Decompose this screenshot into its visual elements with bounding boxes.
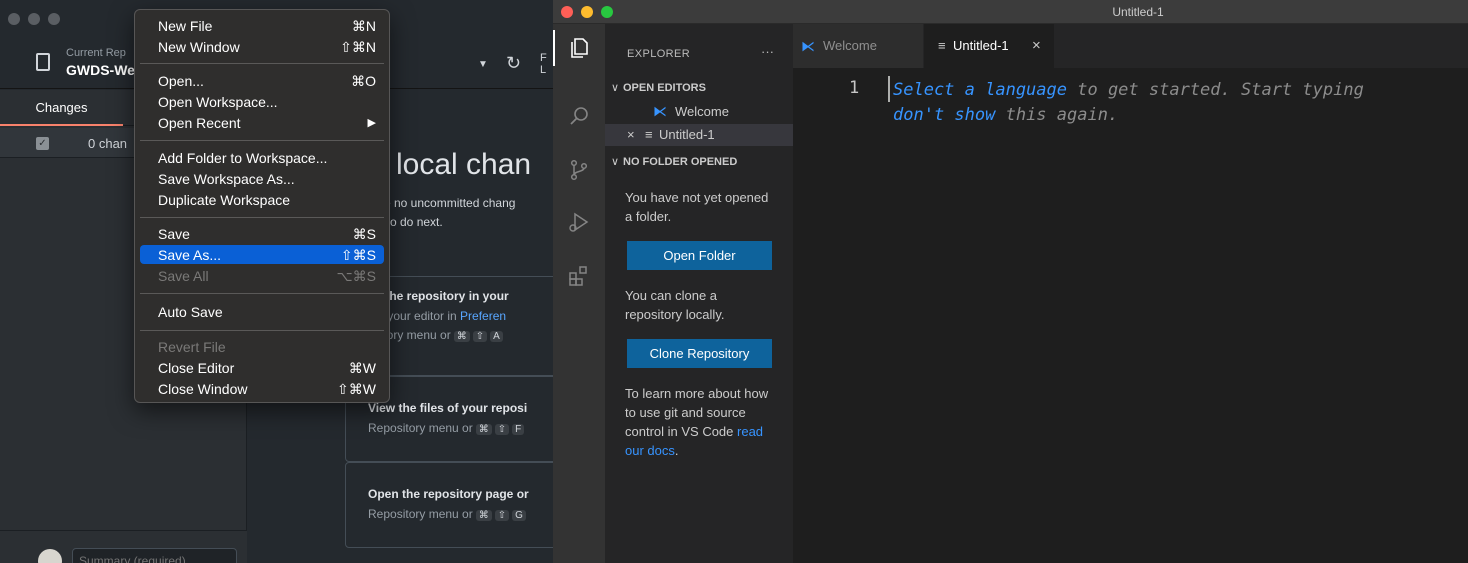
ghd-zoom-button[interactable]	[48, 13, 60, 25]
menu-separator	[140, 63, 384, 64]
menu-separator	[140, 293, 384, 294]
tab-changes[interactable]: Changes	[0, 90, 123, 126]
text-file-icon: ≡	[938, 38, 946, 53]
menu-item-open-workspace[interactable]: Open Workspace...	[140, 92, 384, 111]
menu-item-open[interactable]: Open... ⌘O	[140, 71, 384, 90]
dont-show-link[interactable]: don't show	[893, 105, 995, 125]
open-editor-welcome[interactable]: ⧔ Welcome	[605, 101, 793, 123]
menu-item-close-window[interactable]: Close Window ⇧⌘W	[140, 379, 384, 398]
explorer-title: EXPLORER	[627, 48, 691, 60]
chevron-down-icon: ∨	[611, 156, 620, 168]
learn-more-text: To learn more about how to use git and s…	[625, 386, 769, 458]
file-menu: New File ⌘N New Window ⇧⌘N Open... ⌘O Open …	[134, 9, 390, 403]
tab-welcome[interactable]: ⧔ Welcome	[793, 24, 923, 68]
current-repository-button[interactable]: Current Rep GWDS-We	[0, 37, 135, 89]
ghd-minimize-button[interactable]	[28, 13, 40, 25]
vscode-titlebar: Untitled-1	[553, 0, 1468, 24]
menu-item-save[interactable]: Save ⌘S	[140, 224, 384, 243]
preferences-link[interactable]: Preferen	[460, 309, 506, 323]
submenu-arrow-icon: ▶	[367, 117, 376, 129]
menu-item-save-as[interactable]: Save As... ⇧⌘S	[140, 245, 384, 264]
menu-item-new-window[interactable]: New Window ⇧⌘N	[140, 37, 384, 56]
menu-item-open-recent[interactable]: Open Recent ▶	[140, 113, 384, 132]
suggestion-shortcut: Repository menu or ⌘ ⇧ G	[368, 507, 526, 521]
menu-separator	[140, 217, 384, 218]
no-changes-subtitle: re no uncommitted chang	[380, 196, 516, 210]
window-title: Untitled-1	[1112, 5, 1164, 19]
menu-item-duplicate-workspace[interactable]: Duplicate Workspace	[140, 190, 384, 209]
open-editors-header[interactable]: ∨ OPEN EDITORS	[611, 81, 706, 94]
menu-item-revert-file: Revert File	[158, 339, 226, 355]
source-control-icon[interactable]	[553, 152, 605, 188]
avatar	[38, 549, 62, 563]
ghd-close-button[interactable]	[8, 13, 20, 25]
search-icon[interactable]	[553, 98, 605, 134]
explorer-icon[interactable]	[553, 30, 605, 66]
clone-repository-button[interactable]: Clone Repository	[627, 339, 772, 368]
editor-tabs: ⧔ Welcome ≡ Untitled-1 ×	[793, 24, 1468, 68]
repository-name: GWDS-We	[66, 62, 135, 78]
fetch-origin-button[interactable]: FL	[540, 52, 547, 76]
menu-item-close-editor[interactable]: Close Editor ⌘W	[140, 358, 384, 377]
open-editor-untitled[interactable]: × ≡ Untitled-1	[605, 124, 793, 146]
menu-item-new-file[interactable]: New File ⌘N	[140, 16, 384, 35]
no-folder-header[interactable]: ∨ NO FOLDER OPENED	[611, 155, 737, 168]
branch-dropdown-icon[interactable]: ▼	[478, 59, 488, 70]
menu-separator	[140, 330, 384, 331]
activity-bar	[553, 24, 605, 563]
close-tab-icon[interactable]: ×	[1032, 24, 1041, 68]
current-repository-label: Current Rep	[66, 47, 126, 59]
vscode-logo-icon: ⧔	[801, 38, 815, 54]
no-folder-text: You have not yet opened a folder.	[625, 190, 769, 224]
suggestion-view-on-github[interactable]: Open the repository page or Repository m…	[345, 462, 560, 548]
line-number: 1	[849, 78, 860, 98]
more-actions-icon[interactable]: ···	[761, 44, 774, 59]
suggestion-title: Open the repository page or	[368, 487, 529, 501]
desktop: Current Rep GWDS-We ▼ ↻ FL Changes ✓ 0 c…	[0, 0, 1468, 563]
menu-item-auto-save[interactable]: Auto Save	[140, 302, 384, 321]
commit-area	[0, 530, 247, 563]
text-cursor	[888, 76, 890, 102]
open-folder-button[interactable]: Open Folder	[627, 241, 772, 270]
no-changes-title: local chan	[396, 148, 532, 181]
clone-text: You can clone a repository locally.	[625, 288, 725, 322]
close-icon[interactable]: ×	[627, 127, 635, 142]
menu-separator	[140, 140, 384, 141]
run-debug-icon[interactable]	[553, 204, 605, 240]
select-all-checkbox[interactable]: ✓	[36, 137, 49, 150]
extensions-icon[interactable]	[553, 258, 605, 294]
suggestion-title: View the files of your reposi	[368, 401, 528, 415]
text-editor[interactable]: 1 Select a language to get started. Star…	[793, 68, 1468, 563]
explorer-sidebar: EXPLORER ··· ∨ OPEN EDITORS ⧔ Welcome × ≡…	[605, 24, 793, 563]
menu-item-save-workspace-as[interactable]: Save Workspace As...	[140, 169, 384, 188]
menu-item-add-folder[interactable]: Add Folder to Workspace...	[140, 148, 384, 167]
vscode-logo-icon: ⧔	[653, 103, 667, 119]
tab-untitled[interactable]: ≡ Untitled-1 ×	[924, 24, 1054, 68]
chevron-down-icon: ∨	[611, 82, 620, 94]
fetch-sync-icon[interactable]: ↻	[506, 53, 521, 74]
vscode-window: Untitled-1 EXPLORER ··· ∨ OPEN EDITORS ⧔…	[553, 0, 1468, 563]
changes-count: 0 chan	[88, 136, 128, 151]
select-language-link[interactable]: Select a language	[893, 80, 1067, 100]
editor-hint: Select a language to get started. Start …	[893, 80, 1364, 125]
menu-item-save-all: Save All ⌥⌘S	[158, 268, 376, 284]
suggestion-shortcut: Repository menu or ⌘ ⇧ F	[368, 421, 525, 435]
repository-icon	[36, 53, 50, 71]
text-file-icon: ≡	[645, 127, 653, 142]
commit-summary-input[interactable]	[72, 548, 237, 563]
